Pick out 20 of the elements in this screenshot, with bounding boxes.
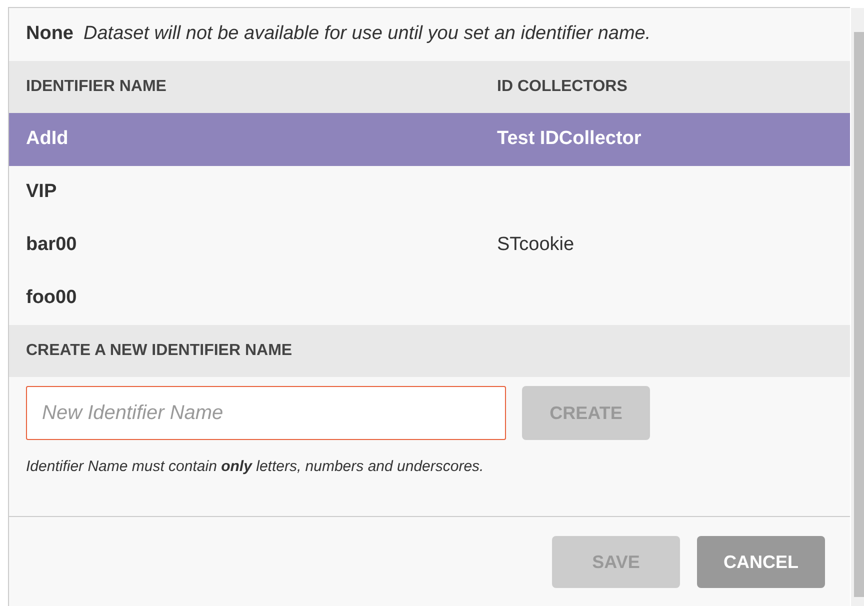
status-label: None (26, 22, 74, 46)
table-row[interactable]: VIP (9, 166, 850, 219)
table-row[interactable]: bar00 STcookie (9, 219, 850, 272)
table-cell: bar00 (26, 234, 77, 256)
table-row[interactable]: AdId Test IDCollector (9, 113, 850, 166)
input-field[interactable]: New Identifier Name (26, 386, 506, 440)
cancel-button[interactable]: CANCEL (697, 536, 825, 588)
section-header: CREATE A NEW IDENTIFIER NAME (26, 341, 292, 361)
column-header: IDENTIFIER NAME (26, 77, 168, 97)
scrollbar[interactable] (851, 8, 864, 606)
scrollbar-thumb[interactable] (854, 32, 864, 597)
notice-message: Dataset will not be available for use until you set an identifier name. (84, 22, 651, 46)
table-cell: VIP (26, 181, 57, 202)
table-cell: foo00 (26, 287, 77, 308)
table-row[interactable]: foo00 (9, 272, 850, 325)
table-cell-text: Test IDCollector (497, 127, 642, 152)
hint-text: Identifier Name must contain only letters, numbers and underscores. (26, 457, 485, 477)
table-cell: AdId (26, 128, 68, 150)
table-cell-text: STcookie (497, 233, 574, 258)
column-header: ID COLLECTORS (497, 77, 628, 97)
